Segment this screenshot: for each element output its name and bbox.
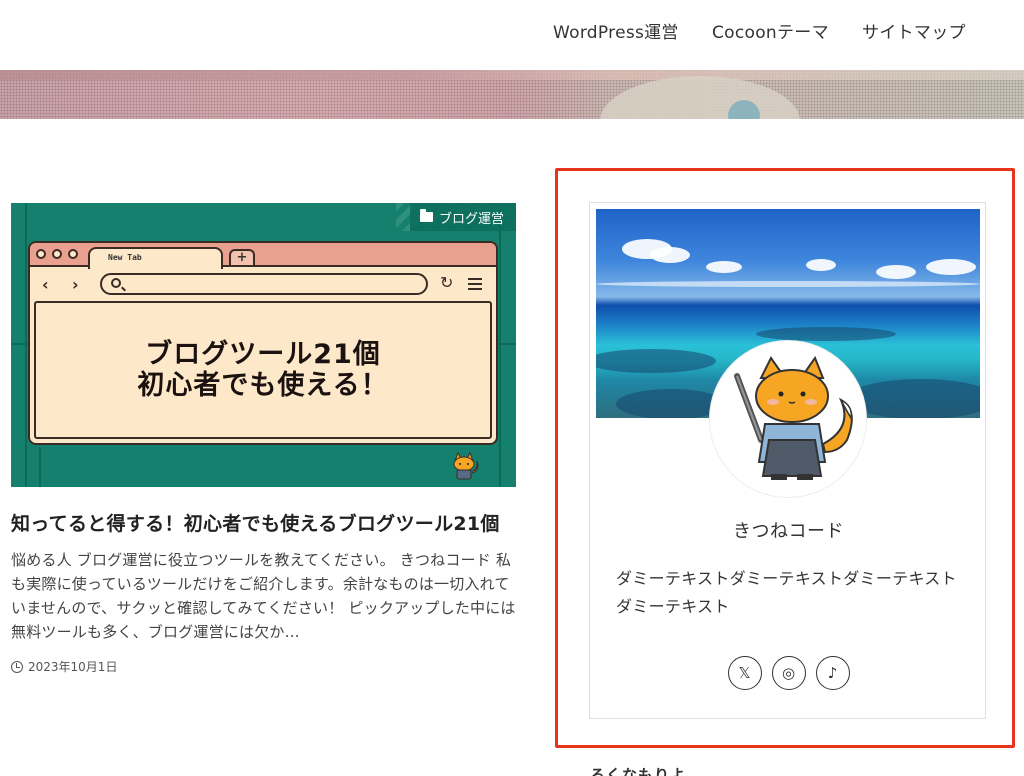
tiktok-icon[interactable]: ♪ bbox=[815, 656, 850, 690]
thumbnail-headline-line1: ブログツール21個 bbox=[145, 339, 381, 370]
category-label[interactable]: ブログ運営 bbox=[409, 203, 516, 231]
forward-arrow-icon: › bbox=[72, 275, 79, 294]
fox-samurai-icon bbox=[734, 355, 853, 480]
profile-widget: きつねコード ダミーテキストダミーテキストダミーテキストダミーテキスト 𝕏 ◎ … bbox=[589, 202, 986, 719]
category-label-text: ブログ運営 bbox=[438, 211, 504, 227]
post-title[interactable]: 知ってると得する！初心者でも使えるブログツール21個 bbox=[11, 509, 516, 540]
tab-plus-icon: + bbox=[229, 249, 255, 265]
fox-mascot-icon bbox=[453, 451, 479, 480]
url-bar bbox=[100, 273, 428, 295]
sidebar-next-heading: ろくなもりよ bbox=[590, 766, 687, 776]
reload-icon: ↻ bbox=[440, 273, 454, 292]
nav-item-sitemap[interactable]: サイトマップ bbox=[862, 18, 966, 43]
post-excerpt: 悩める人 ブログ運営に役立つツールを教えてください。 きつねコード 私も実際に使… bbox=[11, 551, 516, 641]
nav-item-wordpress[interactable]: WordPress運営 bbox=[553, 18, 679, 43]
post-thumbnail[interactable]: ブログ運営 New Tab + ‹ › ↻ ブログツール21個 初心者でも使える… bbox=[11, 203, 516, 487]
browser-tab: New Tab bbox=[88, 247, 223, 269]
x-icon[interactable]: 𝕏 bbox=[727, 656, 762, 690]
thumbnail-headline-line2: 初心者でも使える！ bbox=[137, 370, 389, 401]
instagram-icon[interactable]: ◎ bbox=[771, 656, 806, 690]
post-date: 2023年10月1日 bbox=[11, 658, 516, 675]
profile-description: ダミーテキストダミーテキストダミーテキストダミーテキスト bbox=[616, 569, 957, 616]
clock-icon bbox=[11, 660, 23, 673]
post-card[interactable]: ブログ運営 New Tab + ‹ › ↻ ブログツール21個 初心者でも使える… bbox=[11, 203, 516, 675]
search-icon bbox=[111, 278, 121, 288]
header-hero-image bbox=[0, 70, 1024, 119]
menu-icon bbox=[468, 278, 482, 290]
post-date-text: 2023年10月1日 bbox=[28, 660, 118, 674]
folder-icon bbox=[419, 209, 433, 222]
social-links: 𝕏 ◎ ♪ bbox=[590, 656, 987, 690]
avatar bbox=[710, 341, 866, 497]
global-nav: WordPress運営 Cocoonテーマ サイトマップ bbox=[0, 0, 1024, 70]
profile-name: きつねコード bbox=[733, 521, 844, 542]
browser-illustration: New Tab + ‹ › ↻ ブログツール21個 初心者でも使える！ bbox=[28, 241, 498, 445]
nav-item-cocoon[interactable]: Cocoonテーマ bbox=[712, 18, 829, 43]
back-arrow-icon: ‹ bbox=[42, 275, 49, 294]
